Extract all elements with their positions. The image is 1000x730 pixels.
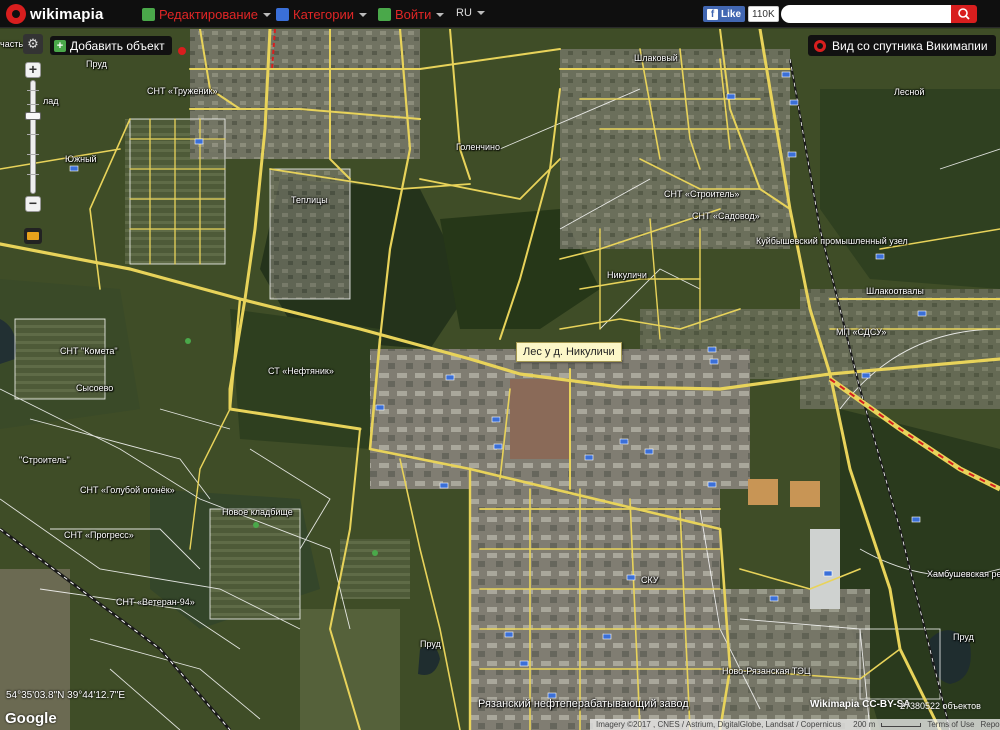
map-label-snt-stroitel[interactable]: СНТ «Строитель» xyxy=(664,189,739,199)
zoom-out-button[interactable]: − xyxy=(25,196,41,212)
map-label-snt-goluboy-ogonek[interactable]: СНТ «Голубой огонёк» xyxy=(80,485,175,495)
terms-link[interactable]: Terms of Use xyxy=(927,720,974,729)
map-label-novo-ryazan-tec[interactable]: Ново-Рязанская ТЭЦ xyxy=(722,666,811,676)
menu-login[interactable]: Войти xyxy=(378,6,445,23)
imagery-attribution: Imagery ©2017 , CNES / Astrium, DigitalG… xyxy=(596,720,842,729)
satellite-view-button[interactable]: Вид со спутника Викимапии xyxy=(808,35,996,56)
scale-bar xyxy=(881,722,922,727)
satellite-view-label: Вид со спутника Викимапии xyxy=(832,38,988,53)
map-label-new-cemetery[interactable]: Новое кладбище xyxy=(222,507,293,517)
facebook-like-count: 110K xyxy=(748,6,779,22)
layer-toggle-button[interactable] xyxy=(24,228,42,244)
plus-icon: + xyxy=(54,39,66,52)
search-icon xyxy=(958,8,970,20)
language-select[interactable]: RU xyxy=(456,7,485,19)
map-label-kuibyshev-industrial[interactable]: Куйбышевский промышленный узел xyxy=(756,236,908,246)
map-label-pond-east[interactable]: Пруд xyxy=(953,632,974,642)
map-label-pond-south[interactable]: Пруд xyxy=(420,639,441,649)
zoom-tick xyxy=(27,90,39,91)
wikimapia-logo-icon xyxy=(814,39,826,52)
menu-edit-label: Редактирование xyxy=(159,7,259,22)
map-footer: Imagery ©2017 , CNES / Astrium, DigitalG… xyxy=(590,719,1000,730)
zoom-tick xyxy=(27,174,39,175)
top-bar: wikimapia Редактирование Категории Войти… xyxy=(0,0,1000,28)
object-count: 27380522 объектов xyxy=(900,701,981,711)
menu-login-label: Войти xyxy=(395,7,432,22)
chevron-down-icon xyxy=(436,12,445,17)
cursor-coordinates: 54°35'03.8"N 39°44'12.7"E xyxy=(6,690,126,701)
map-label-lesnoy[interactable]: Лесной xyxy=(894,87,924,97)
map-label-refinery[interactable]: Рязанский нефтеперабатывающий завод xyxy=(478,698,689,710)
pencil-icon xyxy=(142,8,155,21)
add-object-button[interactable]: + Добавить объект xyxy=(50,36,172,55)
map-label-stroitel[interactable]: "Строитель" xyxy=(19,455,70,465)
scale-label[interactable]: 200 m xyxy=(847,720,922,729)
zoom-tick xyxy=(27,104,39,105)
map-label-st-neftyanik[interactable]: СТ «Нефтяник» xyxy=(268,366,334,376)
map-label-sysoevo[interactable]: Сысоево xyxy=(76,383,113,393)
map-label-yuzhny[interactable]: Южный xyxy=(65,154,97,164)
search-button[interactable] xyxy=(951,5,977,23)
wikimapia-license[interactable]: Wikimapia CC-BY-SA xyxy=(810,699,910,710)
map-label-snt-kometa[interactable]: СНТ "Комета" xyxy=(60,346,118,356)
map-label-snt-veteran[interactable]: СНТ «Ветеран-94» xyxy=(116,597,195,607)
chevron-down-icon xyxy=(476,11,485,15)
zoom-slider-handle[interactable] xyxy=(25,111,41,120)
categories-icon xyxy=(276,8,289,21)
facebook-icon: f xyxy=(707,8,718,20)
wikimapia-logo[interactable]: wikimapia xyxy=(6,4,104,24)
zoom-tick xyxy=(27,134,39,135)
wikimapia-logo-icon xyxy=(6,4,26,24)
zoom-slider-track[interactable] xyxy=(30,80,36,194)
map-label-part[interactable]: часть xyxy=(0,39,23,49)
map-label-golenchino[interactable]: Голенчино xyxy=(456,142,500,152)
menu-edit[interactable]: Редактирование xyxy=(142,6,272,23)
satellite-imagery xyxy=(0,29,1000,730)
brand-name: wikimapia xyxy=(30,5,104,23)
chevron-down-icon xyxy=(263,12,272,17)
map-label-snt-progress[interactable]: СНТ «Прогресс» xyxy=(64,530,134,540)
map-label-snt-sadovod[interactable]: СНТ «Садовод» xyxy=(692,211,760,221)
zoom-in-button[interactable]: + xyxy=(25,62,41,78)
zoom-control: ⚙ + − xyxy=(23,34,43,214)
map-label-nikulichi[interactable]: Никуличи xyxy=(607,270,647,280)
search-input[interactable] xyxy=(781,5,951,23)
zoom-tick xyxy=(27,154,39,155)
map-label-khambushevskaya[interactable]: Хамбушевская ре xyxy=(927,569,1000,579)
map-label-teplitsy[interactable]: Теплицы xyxy=(291,195,328,205)
google-logo[interactable]: Google xyxy=(5,710,57,727)
facebook-like[interactable]: f Like 110K xyxy=(703,6,779,22)
menu-categories-label: Категории xyxy=(293,7,354,22)
facebook-like-button[interactable]: f Like xyxy=(703,6,746,22)
add-object-label: Добавить объект xyxy=(70,38,165,53)
gear-icon[interactable]: ⚙ xyxy=(23,34,43,54)
map-label-lad[interactable]: лад xyxy=(43,96,59,106)
menu-categories[interactable]: Категории xyxy=(276,6,367,23)
map-label-shlakootvaly[interactable]: Шлакоотвалы xyxy=(866,286,924,296)
map-label-snt-truzhenik[interactable]: СНТ «Труженик» xyxy=(147,86,217,96)
language-label: RU xyxy=(456,7,472,19)
map-label-shlakovy[interactable]: Шлаковый xyxy=(634,53,678,63)
map-label-mp-sdsu[interactable]: МП «СДСУ» xyxy=(836,327,886,337)
facebook-like-label: Like xyxy=(721,8,742,20)
object-tooltip: Лес у д. Никуличи xyxy=(516,342,622,362)
map-canvas[interactable]: часть Пруд СНТ «Труженик» лад Южный Голе… xyxy=(0,29,1000,730)
login-icon xyxy=(378,8,391,21)
report-error-link[interactable]: Report a map error xyxy=(980,720,1000,729)
chevron-down-icon xyxy=(359,12,367,17)
map-label-sku[interactable]: СКУ xyxy=(641,575,659,585)
map-label-pond-north[interactable]: Пруд xyxy=(86,59,107,69)
